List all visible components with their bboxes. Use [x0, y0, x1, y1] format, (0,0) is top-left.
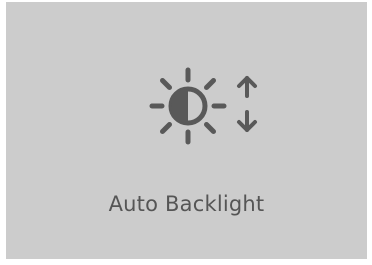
tile-label: Auto Backlight — [108, 192, 265, 216]
auto-backlight-icon-group — [148, 66, 268, 146]
auto-backlight-tile[interactable]: Auto Backlight — [6, 2, 367, 259]
brightness-icon — [149, 67, 227, 145]
up-down-arrows-icon — [237, 76, 257, 132]
